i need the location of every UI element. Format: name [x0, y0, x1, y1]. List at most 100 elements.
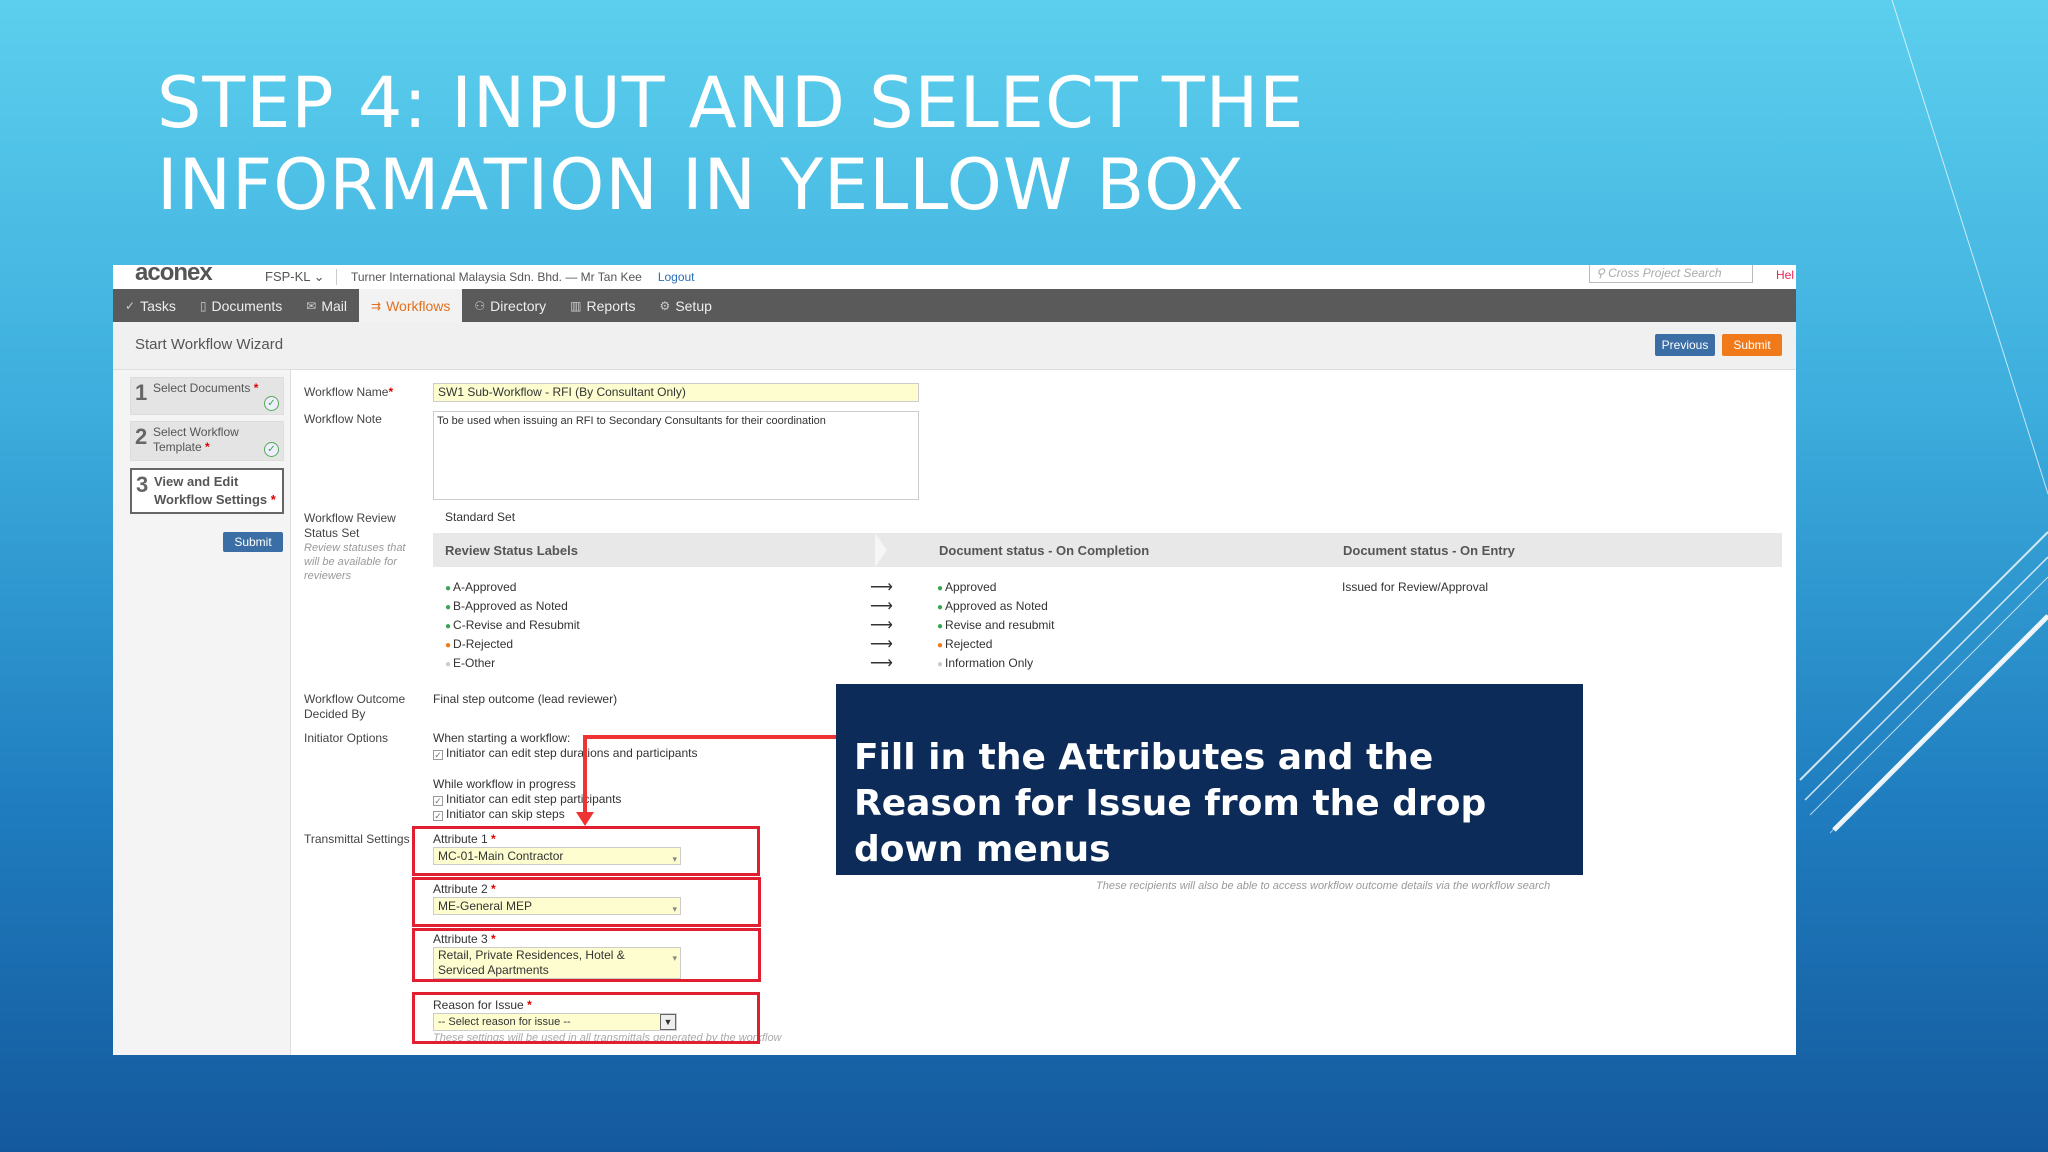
option-skip-steps[interactable]: ✓ Initiator can skip steps: [433, 807, 565, 821]
arrow-icon: ⟶: [870, 617, 893, 634]
col-on-entry: Document status - On Entry: [1343, 543, 1515, 558]
cross-project-search[interactable]: ⚲ Cross Project Search: [1589, 265, 1753, 283]
workflow-note-label: Workflow Note: [304, 412, 382, 426]
status-dot-icon: ●: [937, 640, 944, 651]
status-row: ● D-Rejected: [445, 637, 514, 651]
aconex-logo: aconex: [135, 265, 213, 286]
outcome-label: Workflow Outcome Decided By: [304, 692, 406, 721]
nav-workflows[interactable]: ⇉ Workflows: [359, 289, 463, 322]
check-circle-icon: ✓: [264, 396, 279, 411]
review-status-hint: Review statuses that will be available f…: [304, 542, 406, 582]
doc-status-row: ● Rejected: [937, 637, 993, 651]
workflow-note-textarea[interactable]: To be used when issuing an RFI to Second…: [433, 411, 919, 500]
arrow-down-icon: [576, 812, 594, 826]
search-icon: ⚲: [1596, 266, 1609, 280]
step-number: 2: [135, 424, 148, 449]
wizard-title: Start Workflow Wizard: [135, 336, 284, 353]
doc-status-row: ● Revise and resubmit: [937, 618, 1055, 632]
nav-directory[interactable]: ⚇ Directory: [462, 289, 558, 322]
logout-link[interactable]: Logout: [658, 270, 695, 284]
highlight-box-attribute-1: [412, 826, 760, 876]
review-status-value: Standard Set: [445, 510, 516, 524]
arrow-icon: ⟶: [870, 579, 893, 596]
arrow-icon: ⟶: [870, 636, 893, 653]
nav-tasks[interactable]: ✓ Tasks: [113, 289, 188, 322]
wizard-header: Start Workflow Wizard Previous Submit: [113, 322, 1796, 370]
step-label: Select Workflow Template *: [153, 425, 239, 454]
recipients-note: These recipients will also be able to ac…: [1096, 880, 1551, 892]
doc-status-row: ● Approved as Noted: [937, 599, 1048, 613]
organization-user: Turner International Malaysia Sdn. Bhd. …: [351, 270, 642, 284]
checkbox-icon: ✓: [433, 811, 443, 821]
document-icon: ▯: [199, 298, 207, 313]
entry-status: Issued for Review/Approval: [1342, 580, 1489, 594]
mail-icon: ✉: [306, 298, 317, 313]
wizard-step-2[interactable]: 2 Select Workflow Template * ✓: [130, 421, 284, 461]
arrow-icon: ⟶: [870, 598, 893, 615]
instruction-callout: Fill in the Attributes and the Reason fo…: [836, 684, 1583, 875]
callout-connector: [583, 735, 587, 815]
status-dot-icon: ●: [937, 602, 944, 613]
slide-title: STEP 4: INPUT AND SELECT THE INFORMATION…: [157, 62, 1305, 226]
check-icon: ✓: [125, 298, 136, 313]
previous-button[interactable]: Previous: [1655, 334, 1715, 356]
chevron-down-icon: ⌄: [313, 269, 325, 284]
option-edit-durations[interactable]: ✓ Initiator can edit step durations and p…: [433, 746, 697, 760]
workflow-name-input[interactable]: SW1 Sub-Workflow - RFI (By Consultant On…: [433, 383, 919, 402]
header-divider: [875, 533, 887, 567]
help-link[interactable]: Hel: [1776, 268, 1794, 282]
review-status-table-header: Review Status Labels Document status - O…: [433, 533, 1782, 567]
nav-mail[interactable]: ✉ Mail: [294, 289, 359, 322]
doc-status-row: ● Approved: [937, 580, 997, 594]
status-row: ● E-Other: [445, 656, 496, 670]
col-review-labels: Review Status Labels: [445, 543, 578, 558]
arrow-icon: ⟶: [870, 655, 893, 672]
status-dot-icon: ●: [445, 583, 452, 594]
top-bar: aconex FSP-KL ⌄ Turner International Mal…: [113, 265, 1796, 289]
nav-setup[interactable]: ⚙ Setup: [648, 289, 724, 322]
when-starting-text: When starting a workflow:: [433, 731, 571, 745]
review-status-label: Workflow Review Status Set Review statuse…: [304, 511, 414, 583]
initiator-options-label: Initiator Options: [304, 731, 389, 745]
main-nav: ✓ Tasks ▯ Documents ✉ Mail ⇉ Workflows ⚇ Dire…: [113, 289, 1796, 322]
outcome-value: Final step outcome (lead reviewer): [433, 692, 618, 706]
step-number: 3: [136, 472, 149, 497]
app-screenshot: aconex FSP-KL ⌄ Turner International Mal…: [113, 265, 1796, 1055]
people-icon: ⚇: [474, 298, 486, 313]
submit-button[interactable]: Submit: [1722, 334, 1782, 356]
nav-reports[interactable]: ▥ Reports: [558, 289, 647, 322]
status-dot-icon: ●: [445, 602, 452, 613]
highlight-box-attribute-3: [412, 928, 761, 982]
status-dot-icon: ●: [445, 659, 452, 670]
status-dot-icon: ●: [445, 621, 452, 632]
checkbox-icon: ✓: [433, 750, 443, 760]
left-submit-button[interactable]: Submit: [223, 532, 283, 552]
doc-status-row: ● Information Only: [937, 656, 1034, 670]
step-label: Select Documents *: [153, 381, 259, 395]
col-on-completion: Document status - On Completion: [939, 543, 1150, 558]
chart-icon: ▥: [570, 298, 582, 313]
status-dot-icon: ●: [937, 621, 944, 632]
status-row: ● A-Approved: [445, 580, 517, 594]
highlight-box-attribute-2: [412, 877, 761, 927]
wizard-step-3[interactable]: 3 View and Edit Workflow Settings *: [130, 468, 284, 514]
transmittal-settings-label: Transmittal Settings: [304, 832, 410, 846]
highlight-box-reason: [412, 992, 760, 1044]
status-dot-icon: ●: [445, 640, 452, 651]
step-number: 1: [135, 380, 148, 405]
check-circle-icon: ✓: [264, 442, 279, 457]
status-row: ● B-Approved as Noted: [445, 599, 568, 613]
status-dot-icon: ●: [937, 583, 944, 594]
status-row: ● C-Revise and Resubmit: [445, 618, 580, 632]
step-label: View and Edit Workflow Settings *: [154, 474, 276, 507]
wizard-steps-panel: 1 Select Documents * ✓ 2 Select Workflow…: [113, 370, 291, 1055]
project-selector[interactable]: FSP-KL ⌄: [265, 269, 337, 285]
callout-connector: [583, 735, 838, 739]
option-edit-participants[interactable]: ✓ Initiator can edit step participants: [433, 792, 621, 806]
nav-documents[interactable]: ▯ Documents: [188, 289, 294, 322]
checkbox-icon: ✓: [433, 796, 443, 806]
while-progress-text: While workflow in progress: [433, 777, 576, 791]
wizard-step-1[interactable]: 1 Select Documents * ✓: [130, 377, 284, 415]
workflow-icon: ⇉: [371, 298, 382, 313]
gear-icon: ⚙: [659, 298, 671, 313]
